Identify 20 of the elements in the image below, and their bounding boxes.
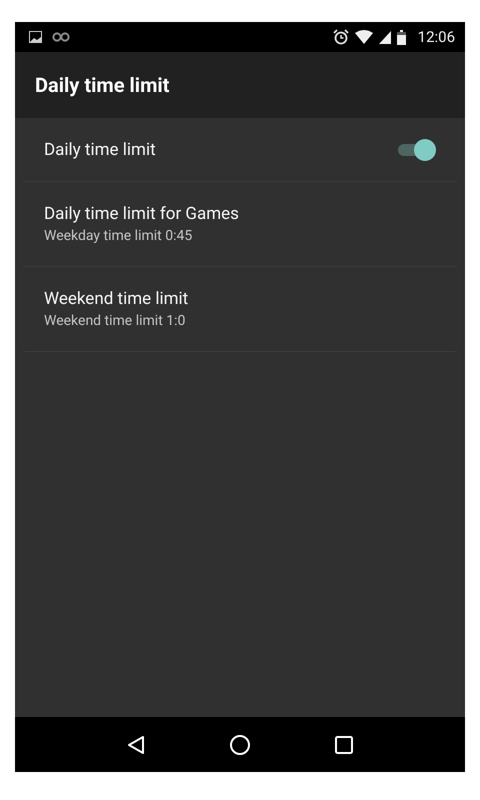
- setting-summary: Weekday time limit 0:45: [44, 228, 194, 244]
- setting-title: Daily time limit: [44, 140, 156, 160]
- back-icon[interactable]: [126, 734, 146, 754]
- settings-row[interactable]: Daily time limit: [24, 118, 456, 182]
- recents-icon[interactable]: [334, 734, 354, 754]
- wifi-icon: [354, 30, 373, 44]
- status-time: 12:06: [418, 28, 455, 46]
- setting-title: Weekend time limit: [44, 289, 188, 309]
- setting-title: Daily time limit for Games: [44, 204, 239, 224]
- settings-row[interactable]: Weekend time limit Weekend time limit 1:0: [24, 267, 456, 352]
- signal-icon: [378, 30, 391, 44]
- home-icon[interactable]: [228, 734, 251, 756]
- alarm-icon: [332, 29, 349, 45]
- setting-summary: Weekend time limit 1:0: [44, 313, 186, 329]
- image-icon: [29, 31, 42, 43]
- battery-icon: [396, 30, 406, 44]
- screen-title: Daily time limit: [35, 73, 170, 97]
- settings-row[interactable]: Daily time limit for Games Weekday time limit 0:45: [24, 182, 456, 267]
- binoculars-icon: [52, 32, 70, 42]
- toggle-switch[interactable]: [396, 136, 436, 162]
